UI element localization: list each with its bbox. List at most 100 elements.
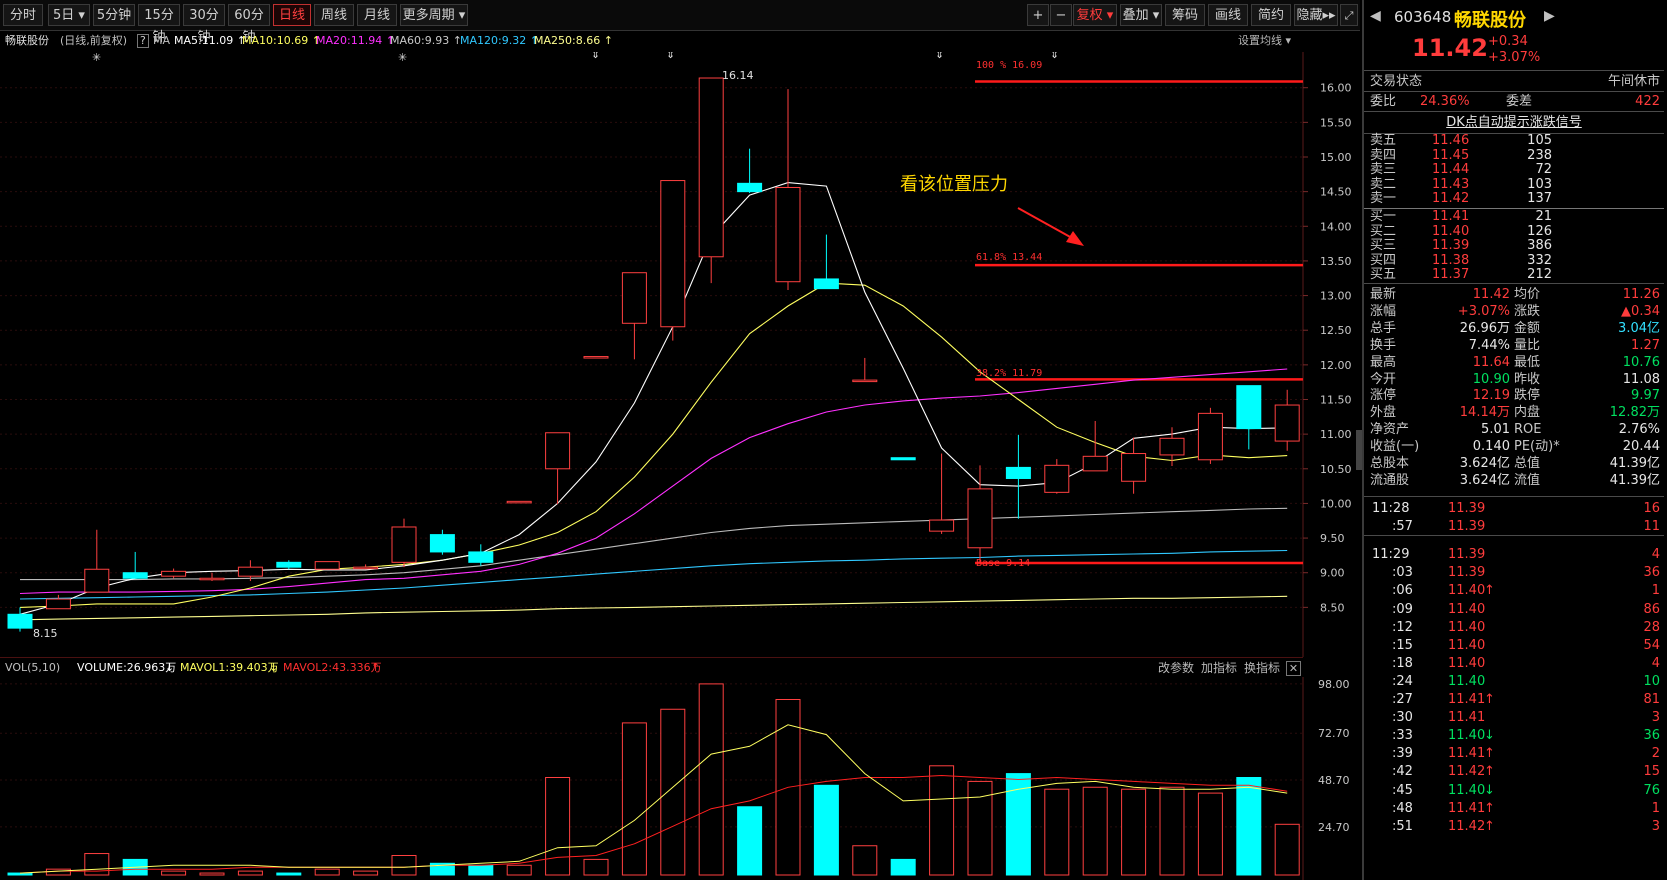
period-tab-weekly[interactable]: 周线 <box>314 4 354 26</box>
price-tick-label: 11.50 <box>1320 394 1352 407</box>
ask-price: 11.44 <box>1432 162 1470 177</box>
hide-button[interactable]: 隐藏▸▸ <box>1294 4 1338 26</box>
tick-volume: 10 <box>1643 673 1660 689</box>
volume-tick-label: 24.70 <box>1318 821 1350 834</box>
candle <box>468 544 494 566</box>
tick-volume: 86 <box>1643 601 1660 617</box>
adjust-label: 复权 <box>1076 8 1103 23</box>
prev-stock-icon[interactable]: ◀ <box>1370 8 1381 24</box>
down-arrow-icon: ↓ <box>165 661 175 674</box>
tick-price: 11.40 <box>1448 637 1486 653</box>
tick-price: 11.40 <box>1448 619 1486 635</box>
stock-name: 畅联股份 <box>5 34 49 47</box>
candlestick-chart[interactable]: ✳ ✳ ⇕ ⇕ ⇕ ⇕ 16.00 15.50 15.00 14.50 14.00 13.… <box>0 52 1360 657</box>
candle-body <box>506 500 532 504</box>
period-tab-intraday[interactable]: 分时 <box>3 4 43 26</box>
period-tab-monthly[interactable]: 月线 <box>357 4 397 26</box>
up-arrow-icon: ↑ <box>1484 692 1495 707</box>
bid-row: 买三 11.39 386 <box>1364 239 1664 253</box>
wb-value: 24.36% <box>1420 94 1470 109</box>
star-marker: ✳ <box>92 52 101 64</box>
panel-collapse-handle[interactable] <box>1356 430 1362 470</box>
divider <box>1364 496 1664 497</box>
zoom-out-button[interactable]: − <box>1050 4 1072 26</box>
candle-body <box>698 77 724 258</box>
stat-label: 最高 <box>1370 354 1397 370</box>
tick-time: :18 <box>1392 655 1413 671</box>
stat-label: 最新 <box>1370 287 1397 302</box>
adjust-dropdown[interactable]: 复权 ▾ <box>1073 4 1117 26</box>
stats-row: 净资产 5.01 ROE 2.76% <box>1364 421 1664 438</box>
tick-time: :27 <box>1392 692 1413 707</box>
help-icon[interactable]: ? <box>137 34 149 48</box>
stat-label: 净资产 <box>1370 422 1410 438</box>
stat-value: 3.04亿 <box>1618 320 1660 336</box>
tick-price: 11.42 <box>1448 818 1486 834</box>
bid-volume: 21 <box>1535 209 1552 224</box>
more-periods-dropdown[interactable]: 更多周期 ▾ <box>400 4 468 26</box>
simple-button[interactable]: 简约 <box>1251 4 1291 26</box>
period-tab-daily[interactable]: 日线 <box>273 4 311 26</box>
edit-params-button[interactable]: 改参数 <box>1158 658 1194 678</box>
close-icon[interactable]: ✕ <box>1286 661 1301 676</box>
period-tab-60min[interactable]: 60分钟 <box>228 4 270 45</box>
candle-body <box>545 432 571 470</box>
stock-code: 603648 <box>1394 8 1452 26</box>
candle <box>122 551 148 579</box>
switch-indicator-button[interactable]: 换指标 <box>1244 658 1280 678</box>
period-tab-15min[interactable]: 15分钟 <box>138 4 180 45</box>
wb-label: 委比 <box>1370 94 1397 109</box>
volume-axis: 98.00 72.70 48.70 24.70 <box>1318 678 1350 834</box>
tick-volume: 3 <box>1651 710 1660 726</box>
candle <box>929 453 955 534</box>
candle-body <box>813 278 839 290</box>
stat-label: 昨收 <box>1514 371 1541 387</box>
volume-bar <box>7 872 33 876</box>
stat-label: 总值 <box>1514 456 1541 471</box>
pressure-note: 看该位置压力 <box>900 174 1008 195</box>
wc-label: 委差 <box>1506 94 1533 109</box>
bid-row: 买四 11.38 332 <box>1364 253 1664 268</box>
quote-panel: ◀ 603648 畅联股份 ▶ 11.42 +0.34 +3.07% 交易状态 … <box>1356 0 1667 880</box>
chips-button[interactable]: 筹码 <box>1165 4 1205 26</box>
volume-bar <box>1044 788 1070 876</box>
stat-label: 均价 <box>1514 287 1541 302</box>
volume-tick-label: 98.00 <box>1318 678 1350 691</box>
add-indicator-button[interactable]: 加指标 <box>1201 658 1237 678</box>
candle-body <box>391 526 417 563</box>
zoom-in-button[interactable]: + <box>1027 4 1049 26</box>
fib-base-label: Base 9.14 <box>976 558 1031 569</box>
stats-row: 换手 7.44% 量比 1.27 <box>1364 337 1664 354</box>
event-marker: ⇕ <box>935 52 944 61</box>
candle-body <box>660 180 686 328</box>
high-price-label: 16.14 <box>722 69 754 82</box>
tick-price: 11.39 <box>1448 565 1486 581</box>
volume-bar <box>161 870 187 876</box>
volume-bar <box>545 777 571 876</box>
fullscreen-icon[interactable]: ⤢ <box>1340 4 1358 26</box>
dk-signal-link[interactable]: DK点自动提示涨跌信号 <box>1364 114 1664 131</box>
volume-chart[interactable]: 98.00 72.70 48.70 24.70 <box>0 677 1360 880</box>
volume-tick-label: 48.70 <box>1318 774 1350 787</box>
tick-price: 11.41 <box>1448 710 1486 726</box>
ma-settings-dropdown[interactable]: 设置均线 ▾ <box>1238 31 1291 51</box>
next-stock-icon[interactable]: ▶ <box>1544 8 1555 24</box>
draw-button[interactable]: 画线 <box>1208 4 1248 26</box>
bid-price: 11.39 <box>1432 238 1470 253</box>
period-tab-30min[interactable]: 30分钟 <box>183 4 225 45</box>
overlay-dropdown[interactable]: 叠加 ▾ <box>1120 4 1162 26</box>
candle <box>161 568 187 579</box>
tick-price: 11.41 <box>1448 800 1486 816</box>
price-tick-label: 15.00 <box>1320 151 1352 164</box>
tick-row: 11:29 11.39 4 <box>1364 546 1664 563</box>
candle <box>314 561 340 570</box>
price-axis: 16.00 15.50 15.00 14.50 14.00 13.50 13.00 12.50… <box>1303 82 1352 614</box>
period-tab-5day[interactable]: 5日 ▾ <box>48 4 90 26</box>
bid-volume: 212 <box>1527 267 1552 282</box>
stat-value: ▲0.34 <box>1621 303 1660 319</box>
more-periods-label: 更多周期 <box>402 8 455 23</box>
ma120-line <box>19 549 1288 600</box>
period-tab-5min[interactable]: 5分钟 <box>93 4 135 26</box>
stat-value: 3.624亿 <box>1459 456 1510 471</box>
candle-body <box>890 457 916 461</box>
